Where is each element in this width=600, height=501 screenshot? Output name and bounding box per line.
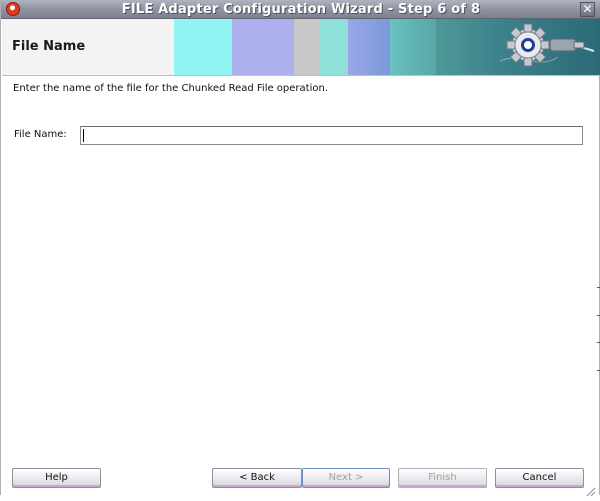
file-name-input[interactable] [80, 126, 583, 145]
next-button[interactable]: Next > [302, 468, 390, 488]
instruction-text: Enter the name of the file for the Chunk… [13, 83, 328, 94]
text-caret [83, 129, 84, 142]
header-decoration [174, 19, 232, 75]
gear-plug-icon [498, 21, 596, 73]
cancel-button[interactable]: Cancel [495, 468, 584, 488]
page-title: File Name [12, 39, 86, 54]
back-button[interactable]: < Back [212, 468, 302, 488]
file-name-label: File Name: [14, 129, 67, 140]
help-button[interactable]: Help [12, 468, 101, 488]
title-bar[interactable]: FILE Adapter Configuration Wizard - Step… [1, 0, 600, 19]
finish-button[interactable]: Finish [398, 468, 487, 488]
window-title: FILE Adapter Configuration Wizard - Step… [121, 2, 481, 17]
wizard-window: FILE Adapter Configuration Wizard - Step… [0, 0, 600, 497]
close-icon[interactable]: ✕ [580, 2, 595, 17]
resize-grip-icon[interactable] [586, 482, 596, 497]
header-divider [2, 75, 600, 76]
wizard-header: File Name [2, 19, 600, 75]
